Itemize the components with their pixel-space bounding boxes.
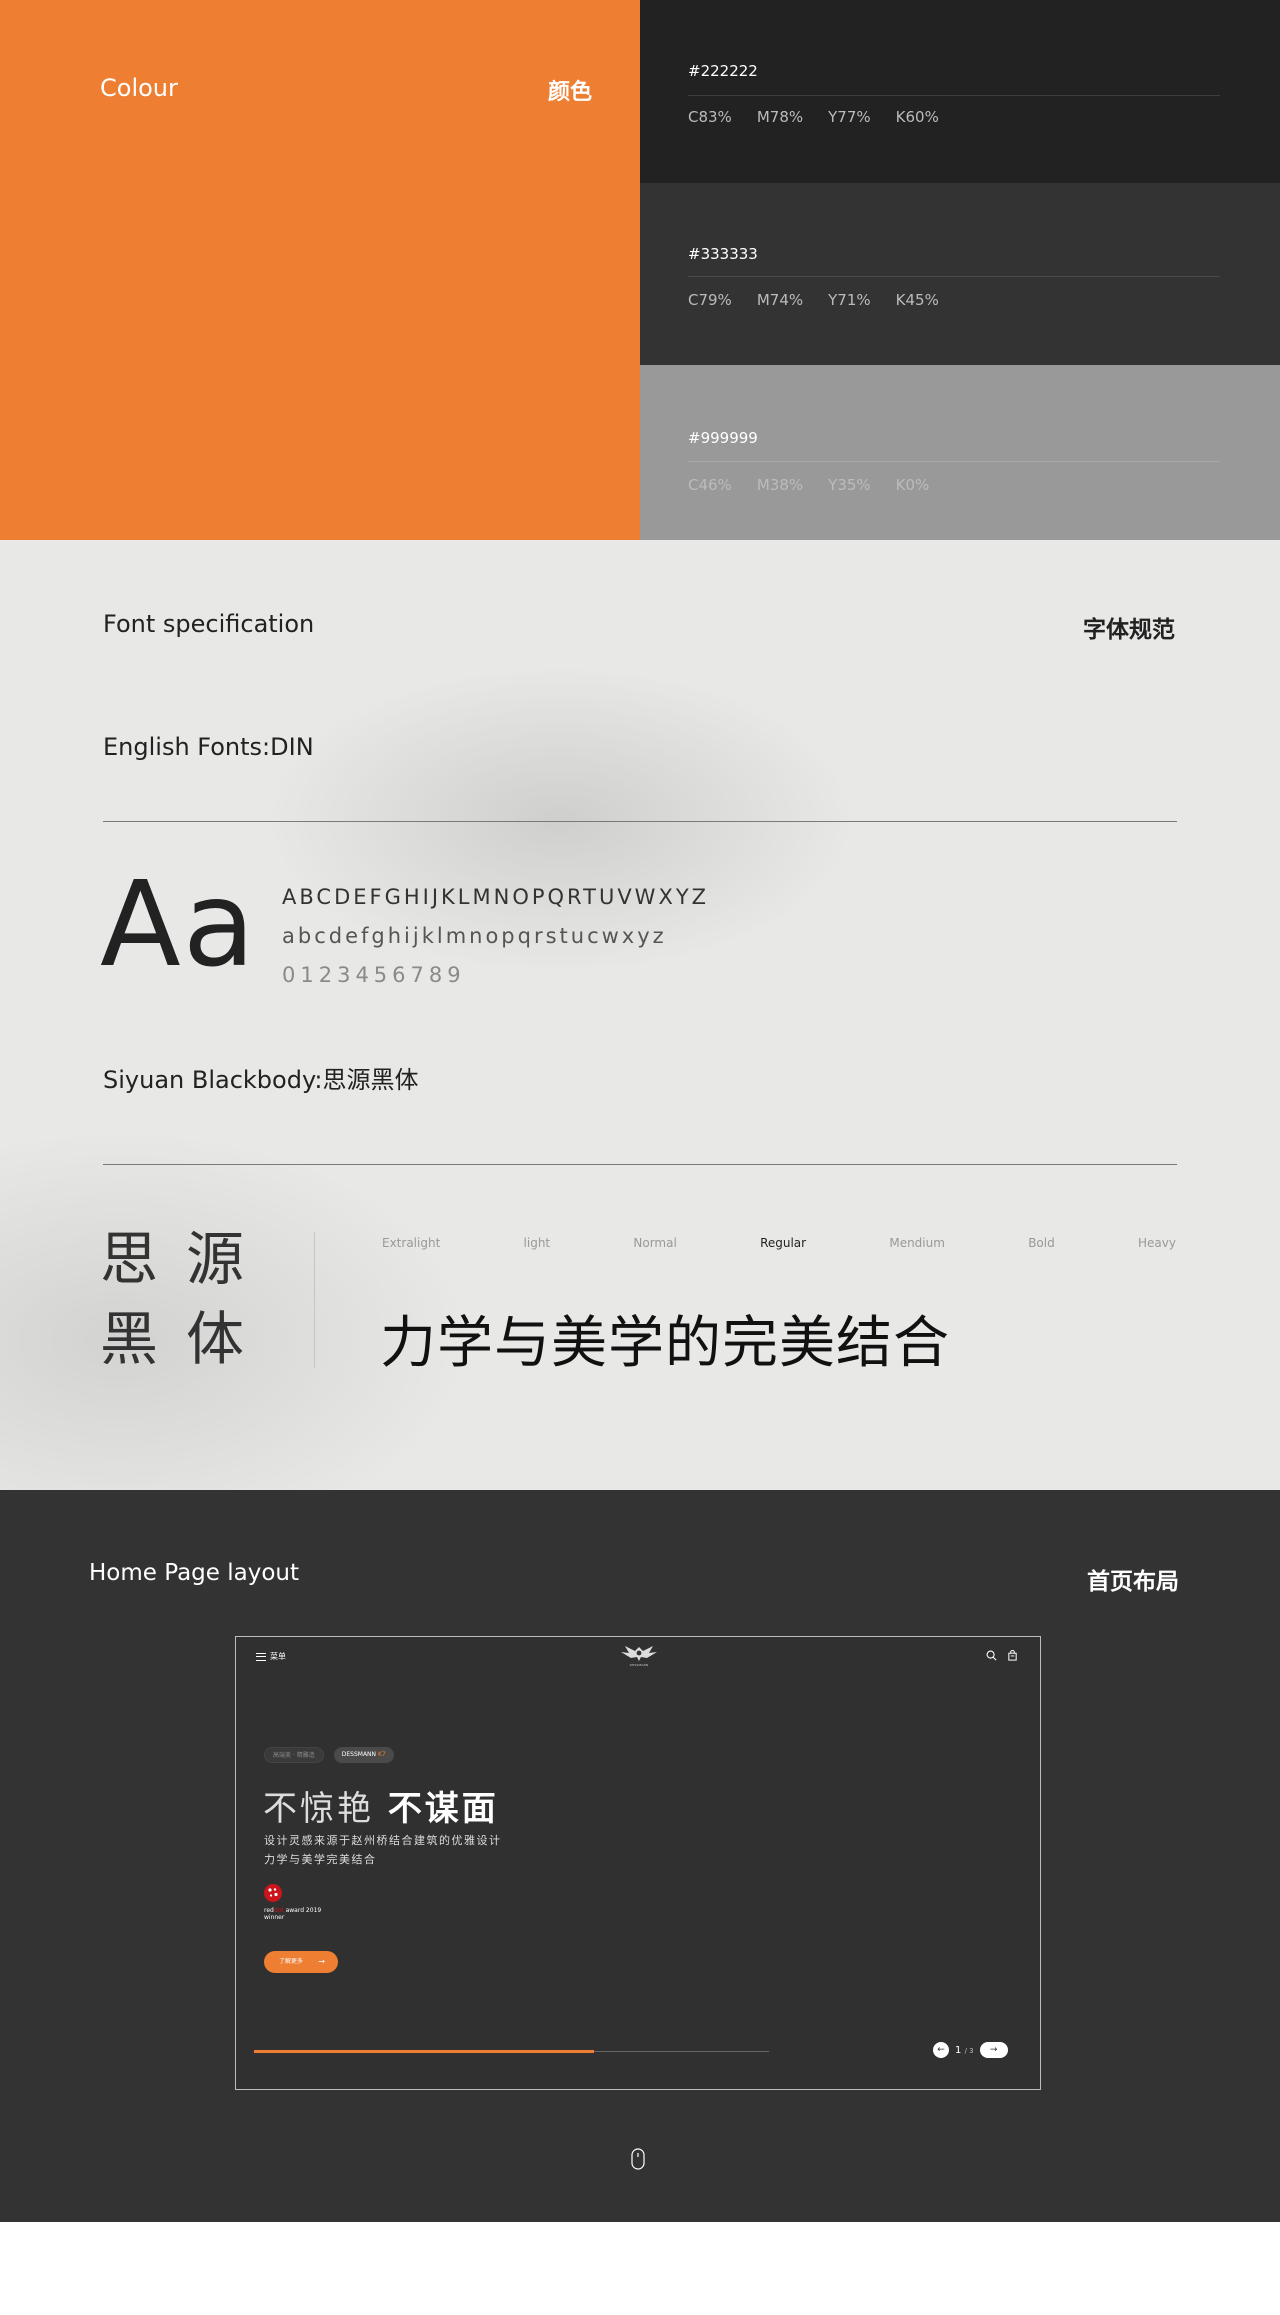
cmyk-m: M74% xyxy=(756,291,804,309)
hero-headline: 不惊艳 不谋面 xyxy=(263,1781,499,1830)
product-tags: 高端美 · 精雕造 DESSMANN K7 xyxy=(264,1747,404,1763)
page-total: / 3 xyxy=(964,2046,974,2055)
home-layout-section: Home Page layout 首页布局 菜单 DESSMANN 高端美 · … xyxy=(0,1490,1280,2222)
weight-heavy: Heavy xyxy=(1137,1236,1176,1250)
tag-brand: DESSMANN xyxy=(341,1751,377,1758)
weight-normal: Normal xyxy=(633,1236,677,1250)
vertical-divider xyxy=(314,1232,315,1368)
red-dot-award-icon xyxy=(264,1884,282,1902)
award-dot: dot xyxy=(273,1907,284,1914)
hero-description: 设计灵感来源于赵州桥结合建筑的优雅设计 力学与美学完美结合 xyxy=(264,1831,502,1869)
award-caption: reddot award 2019 winner xyxy=(264,1907,321,1921)
arrow-right-icon: → xyxy=(318,1957,325,1966)
divider xyxy=(103,821,1177,822)
swatch-333333: #333333 C79% M74% Y71% K45% xyxy=(640,183,1280,365)
brand-logo-icon[interactable] xyxy=(619,1643,659,1665)
swatch-999999: #999999 C46% M38% Y35% K0% xyxy=(640,365,1280,540)
alphabet-uppercase: ABCDEFGHIJKLMNOPQRTUVWXYZ xyxy=(282,885,710,909)
slide-progress-fill xyxy=(254,2050,594,2053)
cmyk-m: M78% xyxy=(756,108,804,126)
cmyk-y: Y35% xyxy=(828,476,871,494)
brand-logo-text: DESSMANN xyxy=(629,1663,649,1667)
arrow-left-icon: ← xyxy=(937,2045,945,2055)
digits-sample: 0123456789 xyxy=(282,963,466,987)
colour-title-cn: 颜色 xyxy=(548,80,593,105)
swatch-hex: #333333 xyxy=(688,245,758,263)
award-winner: winner xyxy=(264,1914,285,1921)
home-layout-title: Home Page layout xyxy=(89,1560,299,1586)
search-icon[interactable] xyxy=(986,1650,997,1661)
award-year: award 2019 xyxy=(283,1907,322,1914)
page-indicator: 1 / 3 xyxy=(955,2045,974,2056)
cmyk-m: M38% xyxy=(756,476,804,494)
cmyk-k: K60% xyxy=(895,108,939,126)
hero-description-line1: 设计灵感来源于赵州桥结合建筑的优雅设计 xyxy=(264,1834,502,1847)
weight-medium: Mendium xyxy=(889,1236,945,1250)
slide-pager: ← 1 / 3 → xyxy=(933,2042,1008,2058)
colour-title: Colour xyxy=(100,74,178,102)
prev-slide-button[interactable]: ← xyxy=(933,2042,949,2058)
weight-regular: Regular xyxy=(760,1236,807,1250)
menu-label: 菜单 xyxy=(270,1652,286,1661)
divider xyxy=(103,1164,1177,1165)
weight-light: light xyxy=(523,1236,551,1250)
bag-icon[interactable] xyxy=(1007,1650,1018,1661)
swatch-222222: #222222 C83% M78% Y77% K60% xyxy=(640,0,1280,183)
weight-bold: Bold xyxy=(1028,1236,1055,1250)
learn-more-button[interactable]: 了解更多 → xyxy=(264,1951,338,1973)
next-slide-button[interactable]: → xyxy=(979,2042,1008,2058)
tag-chip-brand: DESSMANN K7 xyxy=(333,1747,394,1763)
page-current: 1 xyxy=(955,2044,962,2056)
swatch-cmyk: C79% M74% Y71% K45% xyxy=(688,291,964,309)
hero-description-line2: 力学与美学完美结合 xyxy=(264,1853,377,1866)
menu-button[interactable]: 菜单 xyxy=(256,1651,286,1662)
alphabet-lowercase: abcdefghijklmnopqrstucwxyz xyxy=(282,924,667,948)
cmyk-c: C79% xyxy=(688,291,732,309)
cmyk-k: K45% xyxy=(895,291,939,309)
tag-model: K7 xyxy=(377,1751,386,1758)
english-font-label: English Fonts:DIN xyxy=(103,733,314,761)
weight-extralight: Extralight xyxy=(382,1236,441,1250)
arrow-right-icon: → xyxy=(989,2045,998,2055)
hamburger-icon xyxy=(256,1652,266,1661)
cmyk-y: Y71% xyxy=(828,291,871,309)
scroll-mouse-icon[interactable] xyxy=(631,2148,645,2170)
swatch-cmyk: C46% M38% Y35% K0% xyxy=(688,476,954,494)
font-title: Font specification xyxy=(103,610,315,638)
font-weights-list: Extralight light Normal Regular Mendium … xyxy=(382,1236,1176,1250)
chinese-font-sample-line1: 思源 xyxy=(100,1225,273,1293)
tag-chip: 高端美 · 精雕造 xyxy=(264,1747,324,1763)
chinese-font-label: Siyuan Blackbody:思源黑体 xyxy=(103,1066,419,1094)
learn-more-label: 了解更多 xyxy=(279,1958,304,1965)
swatch-hex: #999999 xyxy=(688,429,758,447)
chinese-font-sample-line2: 黑体 xyxy=(100,1305,273,1373)
homepage-mockup: 菜单 DESSMANN 高端美 · 精雕造 DESSMANN K7 不惊艳 不谋… xyxy=(235,1636,1041,2090)
swatch-hex: #222222 xyxy=(688,62,758,80)
slogan-sample: 力学与美学的完美结合 xyxy=(380,1311,950,1376)
swatch-cmyk: C83% M78% Y77% K60% xyxy=(688,108,964,126)
swatch-divider xyxy=(688,461,1220,462)
home-layout-title-cn: 首页布局 xyxy=(1087,1569,1179,1595)
cmyk-k: K0% xyxy=(895,476,930,494)
swatch-divider xyxy=(688,276,1220,277)
hero-headline-bold: 不谋面 xyxy=(387,1789,499,1829)
award-red: red xyxy=(264,1907,274,1914)
slide-progress-track xyxy=(254,2050,769,2053)
font-title-cn: 字体规范 xyxy=(1083,617,1175,643)
cmyk-c: C46% xyxy=(688,476,732,494)
font-sample-aa: Aa xyxy=(100,855,258,993)
hero-headline-light: 不惊艳 xyxy=(263,1789,374,1829)
primary-colour-swatch: Colour 颜色 xyxy=(0,0,640,540)
cmyk-c: C83% xyxy=(688,108,732,126)
font-section: Font specification 字体规范 English Fonts:DI… xyxy=(0,540,1280,1490)
cmyk-y: Y77% xyxy=(828,108,871,126)
colour-section: Colour 颜色 #222222 C83% M78% Y77% K60% #3… xyxy=(0,0,1280,540)
swatch-divider xyxy=(688,95,1220,96)
